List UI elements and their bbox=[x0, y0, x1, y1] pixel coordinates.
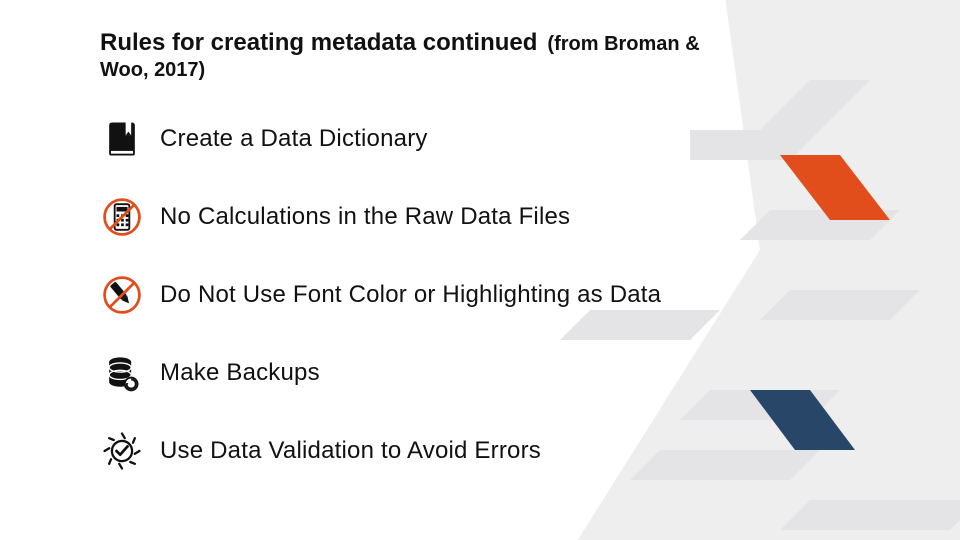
rule-label: Use Data Validation to Avoid Errors bbox=[160, 437, 541, 465]
list-item: Create a Data Dictionary bbox=[100, 117, 900, 161]
rule-label: Make Backups bbox=[160, 359, 320, 387]
validation-gear-icon bbox=[100, 429, 144, 473]
list-item: Make Backups bbox=[100, 351, 900, 395]
rule-label: Create a Data Dictionary bbox=[160, 125, 428, 153]
no-highlighter-icon bbox=[100, 273, 144, 317]
book-icon bbox=[100, 117, 144, 161]
no-calculator-icon bbox=[100, 195, 144, 239]
slide-content: Rules for creating metadata continued (f… bbox=[0, 0, 960, 473]
title-main: Rules for creating metadata continued bbox=[100, 28, 537, 58]
rules-list: Create a Data Dictionary No Calculations… bbox=[100, 117, 900, 473]
list-item: Do Not Use Font Color or Highlighting as… bbox=[100, 273, 900, 317]
title-source: (from Broman & bbox=[547, 32, 699, 57]
database-backup-icon bbox=[100, 351, 144, 395]
rule-label: No Calculations in the Raw Data Files bbox=[160, 203, 570, 231]
list-item: Use Data Validation to Avoid Errors bbox=[100, 429, 900, 473]
list-item: No Calculations in the Raw Data Files bbox=[100, 195, 900, 239]
title-source-line2: Woo, 2017) bbox=[100, 58, 900, 83]
slide-title: Rules for creating metadata continued (f… bbox=[100, 28, 900, 83]
rule-label: Do Not Use Font Color or Highlighting as… bbox=[160, 281, 661, 309]
